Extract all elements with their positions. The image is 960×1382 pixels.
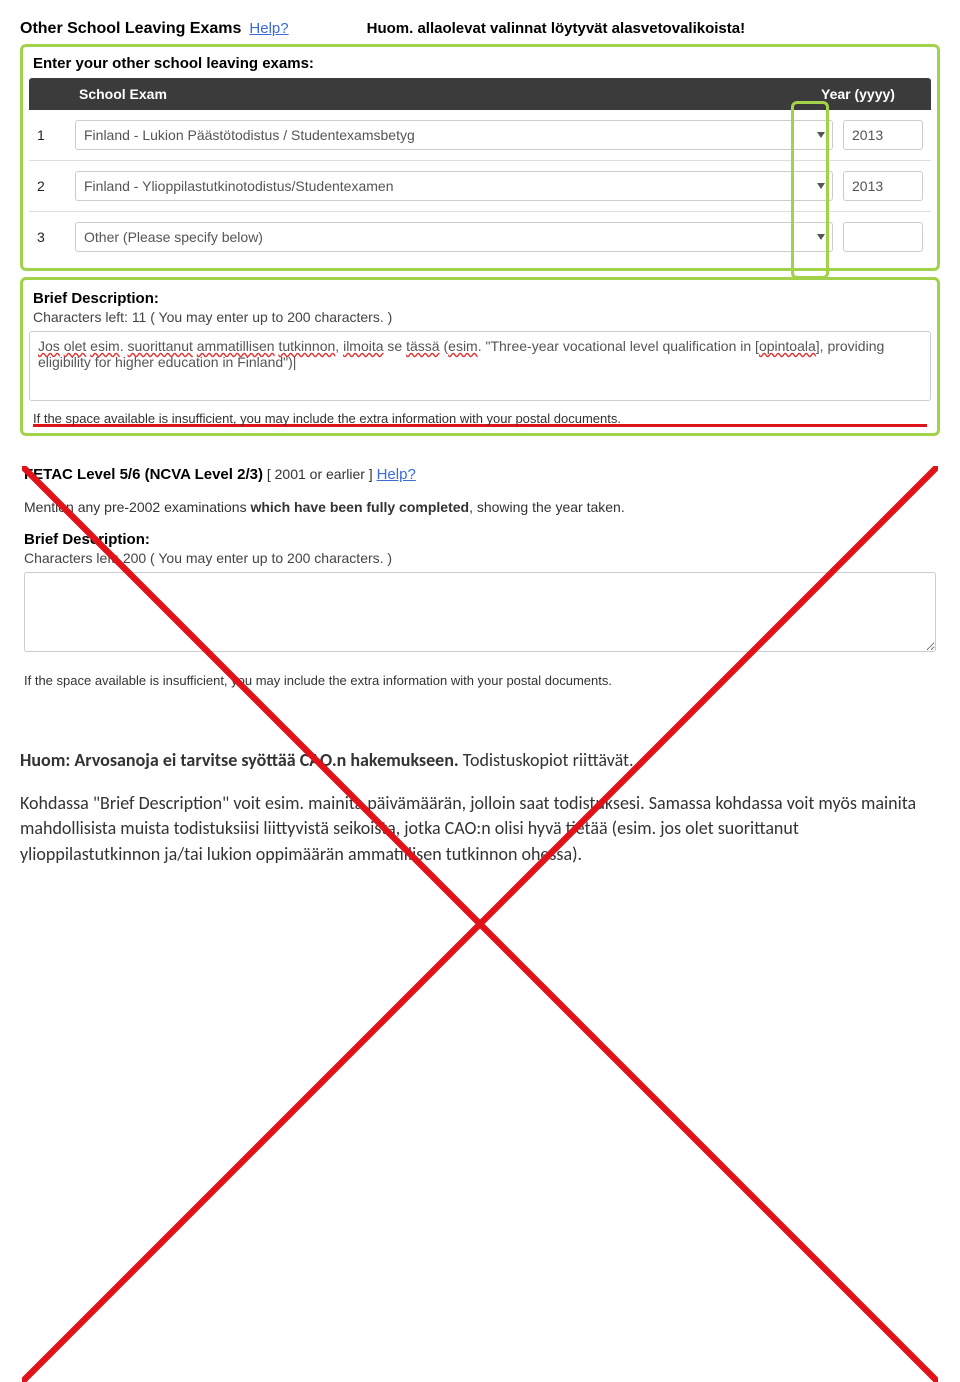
exams-table-header: School Exam Year (yyyy): [29, 78, 931, 110]
fetac-title-row: FETAC Level 5/6 (NCVA Level 2/3) [ 2001 …: [24, 466, 936, 483]
chars-left: Characters left: 11 ( You may enter up t…: [33, 309, 931, 325]
fetac-year-range: [ 2001 or earlier ]: [263, 466, 377, 482]
section-header: Other School Leaving Exams Help? Huom. a…: [20, 20, 940, 38]
row-number: 2: [37, 178, 65, 194]
year-input[interactable]: [843, 171, 923, 201]
desc-label: Brief Description:: [24, 531, 936, 548]
fetac-section: FETAC Level 5/6 (NCVA Level 2/3) [ 2001 …: [22, 466, 938, 688]
table-row: 3: [29, 212, 931, 262]
brief-description-panel: Brief Description: Characters left: 11 (…: [20, 277, 940, 436]
exam-select[interactable]: [75, 171, 833, 201]
exams-prompt: Enter your other school leaving exams:: [33, 55, 931, 72]
sub-c: , showing the year taken.: [469, 499, 625, 515]
exam-select[interactable]: [75, 120, 833, 150]
doc-p1-rest: Todistuskopiot riittävät.: [459, 749, 634, 771]
document-body: Huom: Arvosanoja ei tarvitse syöttää CAO…: [20, 748, 940, 867]
th-year: Year (yyyy): [821, 86, 921, 102]
year-input[interactable]: [843, 120, 923, 150]
help-link[interactable]: Help?: [377, 466, 416, 483]
table-row: 1: [29, 110, 931, 161]
fetac-title: FETAC Level 5/6 (NCVA Level 2/3): [24, 466, 263, 483]
header-note: Huom. allaolevat valinnat löytyvät alasv…: [367, 20, 745, 37]
section-title: Other School Leaving Exams: [20, 20, 241, 38]
fetac-subtitle: Mention any pre-2002 examinations which …: [24, 499, 936, 515]
desc-label: Brief Description:: [33, 290, 931, 307]
exams-panel: Enter your other school leaving exams: S…: [20, 44, 940, 271]
table-row: 2: [29, 161, 931, 212]
sub-b: which have been fully completed: [250, 499, 469, 515]
th-blank: [39, 86, 79, 102]
help-link[interactable]: Help?: [249, 20, 288, 37]
th-exam: School Exam: [79, 86, 821, 102]
description-textarea[interactable]: [24, 572, 936, 652]
doc-p1-bold: Huom: Arvosanoja ei tarvitse syöttää CAO…: [20, 749, 459, 771]
year-input[interactable]: [843, 222, 923, 252]
description-textarea[interactable]: Jos olet esim. suorittanut ammatillisen …: [29, 331, 931, 401]
exam-select-wrap: [75, 120, 833, 150]
row-number: 3: [37, 229, 65, 245]
row-number: 1: [37, 127, 65, 143]
sub-a: Mention any pre-2002 examinations: [24, 499, 250, 515]
doc-p2: Kohdassa "Brief Description" voit esim. …: [20, 791, 940, 867]
footnote-text: If the space available is insufficient, …: [24, 673, 936, 688]
chars-left: Characters left: 200 ( You may enter up …: [24, 550, 936, 566]
exam-select[interactable]: [75, 222, 833, 252]
exam-select-wrap: [75, 222, 833, 252]
exam-select-wrap: [75, 171, 833, 201]
